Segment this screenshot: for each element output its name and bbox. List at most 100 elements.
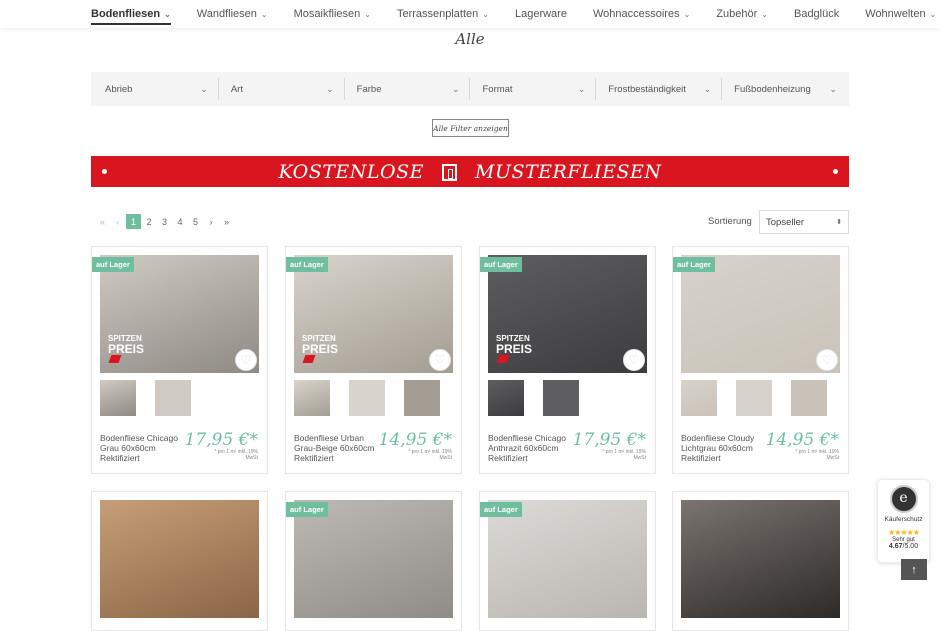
nav-item-8[interactable]: Wohnwelten ⌄ [865,0,936,28]
product-thumbnail[interactable] [404,380,440,416]
product-thumbnail[interactable] [736,380,772,416]
thumbnail-strip [100,380,210,416]
nav-item-1[interactable]: Wandfliesen ⌄ [197,0,268,28]
sort-arrows-icon: ⬍ [836,219,842,226]
product-card[interactable] [672,491,849,631]
heart-icon[interactable]: ♡ [623,349,645,371]
spitzenpreis-label: SPITZEN PREIS [302,334,338,365]
chevron-down-icon: ⌄ [683,9,691,19]
product-card[interactable]: SPITZEN PREIS auf Lager ♡ Bodenfliese Chicag… [91,246,268,474]
product-thumbnail[interactable] [155,380,191,416]
product-image[interactable] [488,500,647,618]
filter-label: Fußbodenheizung [734,83,811,95]
page-number-button[interactable]: 1 [126,214,141,229]
product-card[interactable] [91,491,268,631]
product-price: 14,95 €* [378,430,452,450]
heart-icon[interactable]: ♡ [816,349,838,371]
spitzen-line2: PREIS [302,342,339,356]
page-last-button[interactable]: » [219,214,234,229]
nav-item-5[interactable]: Wohnaccessoires ⌄ [593,0,690,28]
chevron-down-icon: ⌄ [164,9,171,19]
price-note: * pro 1 m² inkl. 19% MwSt [602,449,646,461]
product-price-block: 17,95 €* * pro 1 m² inkl. 19% MwSt [573,431,646,461]
thumbnail-strip [681,380,846,416]
product-thumbnail[interactable] [681,380,717,416]
double-chevron-down-icon: ⌄ [703,83,711,94]
price-tag-icon [108,355,122,363]
page-next-button[interactable]: › [204,214,219,229]
nav-item-4[interactable]: Lagerware [515,0,567,28]
page-number-button[interactable]: 4 [173,214,188,229]
product-card[interactable]: auf Lager [479,491,656,631]
nav-item-0[interactable]: Bodenfliesen ⌄ [91,0,171,28]
product-thumbnail[interactable] [349,380,385,416]
trusted-shops-widget[interactable]: e Käuferschutz ★★★★★ Sehr gut 4.67/5.00 [877,479,930,563]
heart-icon[interactable]: ♡ [235,349,257,371]
rating-score-value: 4.67 [888,543,903,550]
product-price: 17,95 €* [572,430,646,450]
filter-label: Format [482,83,513,95]
nav-item-label: Badglück [793,8,840,20]
thumbnail-strip [294,380,459,416]
product-price: 14,95 €* [765,430,839,450]
chevron-down-icon: ⌄ [364,9,371,19]
product-name[interactable]: Bodenfliese Urban Grau-Beige 60x60cm Rek… [294,433,384,463]
spitzen-line2: PREIS [496,342,533,356]
nav-item-7[interactable]: Badglück [794,0,839,28]
nav-item-label: Wohnwelten [865,8,926,20]
double-chevron-down-icon: ⌄ [200,83,207,94]
nav-item-2[interactable]: Mosaikfliesen ⌄ [294,0,371,28]
product-card[interactable]: SPITZEN PREIS auf Lager ♡ Bodenfliese Chicag… [479,246,656,474]
filter-dropdown-0[interactable]: Abrieb ⌄ [93,78,219,100]
filter-dropdown-2[interactable]: Farbe ⌄ [345,78,471,100]
chevron-down-icon: ⌄ [761,9,768,19]
page-first-button[interactable]: « [95,214,110,229]
product-image[interactable] [100,500,259,618]
free-samples-banner[interactable]: KOSTENLOSE MUSTERFLIESEN [91,156,849,187]
filter-label: Art [230,83,243,95]
product-thumbnail[interactable] [488,380,524,416]
page-number-button[interactable]: 5 [188,214,203,229]
banner-dot-left [102,169,107,174]
filter-dropdown-3[interactable]: Format ⌄ [470,78,597,100]
product-thumbnail[interactable] [294,380,330,416]
nav-item-label: Zubehör [716,8,758,20]
page-prev-button[interactable]: ‹ [111,214,126,229]
product-card[interactable]: auf Lager ♡ Bodenfliese Cloudy Lichtgrau 6… [672,246,849,474]
in-stock-badge: auf Lager [286,502,328,517]
product-price: 17,95 €* [184,430,258,450]
price-note: * pro 1 m² inkl. 19% MwSt [795,449,839,461]
product-image[interactable] [294,500,453,618]
page-number-button[interactable]: 2 [142,214,157,229]
product-thumbnail[interactable] [100,380,136,416]
filter-dropdown-5[interactable]: Fußbodenheizung ⌄ [722,78,847,100]
product-image[interactable] [681,500,840,618]
product-name[interactable]: Bodenfliese Cloudy Lichtgrau 60x60cm Rek… [681,433,771,463]
product-card[interactable]: SPITZEN PREIS auf Lager ♡ Bodenfliese Urban … [285,246,462,474]
page-number-button[interactable]: 3 [157,214,172,229]
double-chevron-down-icon: ⌄ [577,83,585,94]
price-note: * pro 1 m² inkl. 19% MwSt [408,449,452,461]
product-name[interactable]: Bodenfliese Chicago Anthrazit 60x60cm Re… [488,433,578,463]
in-stock-badge: auf Lager [673,257,715,272]
product-thumbnail[interactable] [543,380,579,416]
heart-icon[interactable]: ♡ [429,349,451,371]
product-card[interactable]: auf Lager [285,491,462,631]
trusted-shops-seal-icon: e [889,485,918,513]
trust-label: Käuferschutz [884,516,923,523]
product-name[interactable]: Bodenfliese Chicago Grau 60x60cm Rektifi… [100,433,190,463]
nav-item-6[interactable]: Zubehör ⌄ [716,0,768,28]
all-filters-button[interactable]: Alle Filter anzeigen [432,119,509,137]
nav-item-label: Wandfliesen [196,8,257,20]
sort-label: Sortierung [708,216,752,227]
arrow-up-icon[interactable]: ↑ [901,559,927,580]
filter-dropdown-4[interactable]: Frostbeständigkeit ⌄ [596,78,723,100]
price-tag-icon [302,355,316,363]
rating-stars-icon: ★★★★★ [888,528,920,537]
sort-select[interactable]: Topseller ⬍ [759,210,849,234]
price-tag-icon [496,355,510,363]
filter-dropdown-1[interactable]: Art ⌄ [219,78,345,100]
nav-item-3[interactable]: Terrassenplatten ⌄ [397,0,489,28]
in-stock-badge: auf Lager [480,502,522,517]
product-thumbnail[interactable] [791,380,827,416]
